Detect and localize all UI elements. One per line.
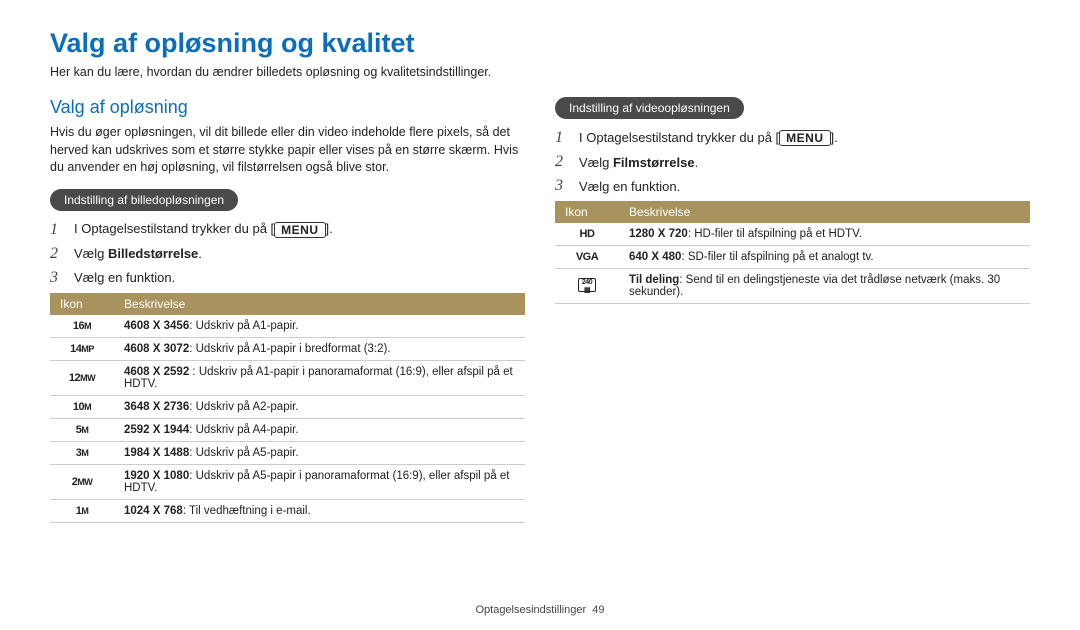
step-text: I Optagelsestilstand trykker du på [MENU… [579,130,838,147]
step-number: 1 [555,129,569,147]
left-column: Valg af opløsning Hvis du øger opløsning… [50,97,525,523]
right-step-2: 2 Vælg Filmstørrelse. [555,153,1030,171]
step-number: 1 [50,221,64,239]
table-row: 1M1024 X 768: Til vedhæftning i e-mail. [50,499,525,522]
left-section-body: Hvis du øger opløsningen, vil dit billed… [50,124,525,177]
step-text: Vælg Filmstørrelse. [579,155,698,170]
res-icon: 12MW [50,360,114,395]
step-bold: Filmstørrelse [613,155,695,170]
footer-page: 49 [592,604,604,616]
table-row: 16M4608 X 3456: Udskriv på A1-papir. [50,315,525,338]
res-desc: 640 X 480: SD-filer til afspilning på et… [619,246,1030,269]
res-icon: HD [555,223,619,246]
step-number: 3 [555,177,569,195]
page-footer: Optagelsesindstillinger 49 [0,604,1080,616]
res-desc: 1024 X 768: Til vedhæftning i e-mail. [114,499,525,522]
step-post: . [198,246,202,261]
res-desc: 2592 X 1944: Udskriv på A4-papir. [114,418,525,441]
res-desc: 3648 X 2736: Udskriv på A2-papir. [114,395,525,418]
res-desc: 4608 X 2592 : Udskriv på A1-papir i pano… [114,360,525,395]
left-step-2: 2 Vælg Billedstørrelse. [50,245,525,263]
res-icon: 10M [50,395,114,418]
share-icon: 240▦ [578,278,596,292]
photo-resolution-table: Ikon Beskrivelse 16M4608 X 3456: Udskriv… [50,293,525,523]
table-row: HD1280 X 720: HD-filer til afspilning på… [555,223,1030,246]
res-desc: 1984 X 1488: Udskriv på A5-papir. [114,441,525,464]
res-icon: 1M [50,499,114,522]
step-post: ]. [326,221,333,236]
step-post: ]. [831,130,838,145]
res-icon: 16M [50,315,114,338]
footer-section: Optagelsesindstillinger [475,604,586,616]
table-row: VGA640 X 480: SD-filer til afspilning på… [555,246,1030,269]
right-pill: Indstilling af videoopløsningen [555,97,744,119]
table-row: 3M1984 X 1488: Udskriv på A5-papir. [50,441,525,464]
page-title: Valg af opløsning og kvalitet [50,28,1030,59]
step-pre: I Optagelsestilstand trykker du på [ [579,130,779,145]
table-header-desc: Beskrivelse [619,201,1030,223]
step-pre: Vælg [74,246,108,261]
right-step-1: 1 I Optagelsestilstand trykker du på [ME… [555,129,1030,147]
right-step-3: 3 Vælg en funktion. [555,177,1030,195]
table-row: 2MW1920 X 1080: Udskriv på A5-papir i pa… [50,464,525,499]
left-step-1: 1 I Optagelsestilstand trykker du på [ME… [50,221,525,239]
content-columns: Valg af opløsning Hvis du øger opløsning… [50,97,1030,523]
res-desc: 4608 X 3456: Udskriv på A1-papir. [114,315,525,338]
step-text: Vælg Billedstørrelse. [74,246,202,261]
step-pre: I Optagelsestilstand trykker du på [ [74,221,274,236]
video-resolution-table: Ikon Beskrivelse HD1280 X 720: HD-filer … [555,201,1030,304]
table-row: 14MP4608 X 3072: Udskriv på A1-papir i b… [50,337,525,360]
step-pre: Vælg [579,155,613,170]
res-icon: 5M [50,418,114,441]
res-icon: 14MP [50,337,114,360]
res-icon: 3M [50,441,114,464]
step-number: 2 [555,153,569,171]
table-header-icon: Ikon [50,293,114,315]
table-row: 5M2592 X 1944: Udskriv på A4-papir. [50,418,525,441]
table-row: 240▦ Til deling: Send til en delingstjene… [555,269,1030,304]
left-section-title: Valg af opløsning [50,97,525,118]
page-intro: Her kan du lære, hvordan du ændrer bille… [50,65,1030,79]
table-row: 12MW4608 X 2592 : Udskriv på A1-papir i … [50,360,525,395]
step-bold: Billedstørrelse [108,246,198,261]
res-icon: 2MW [50,464,114,499]
step-text: I Optagelsestilstand trykker du på [MENU… [74,221,333,238]
res-desc: Til deling: Send til en delingstjeneste … [619,269,1030,304]
table-header-icon: Ikon [555,201,619,223]
left-pill: Indstilling af billedopløsningen [50,189,238,211]
res-icon: 240▦ [555,269,619,304]
left-step-3: 3 Vælg en funktion. [50,269,525,287]
res-desc: 4608 X 3072: Udskriv på A1-papir i bredf… [114,337,525,360]
res-icon: VGA [555,246,619,269]
table-row: 10M3648 X 2736: Udskriv på A2-papir. [50,395,525,418]
step-number: 2 [50,245,64,263]
res-desc: 1280 X 720: HD-filer til afspilning på e… [619,223,1030,246]
right-column: Indstilling af videoopløsningen 1 I Opta… [555,97,1030,523]
table-header-desc: Beskrivelse [114,293,525,315]
menu-button-icon: MENU [779,130,830,146]
step-number: 3 [50,269,64,287]
step-text: Vælg en funktion. [74,270,175,285]
step-text: Vælg en funktion. [579,179,680,194]
step-post: . [695,155,699,170]
res-desc: 1920 X 1080: Udskriv på A5-papir i panor… [114,464,525,499]
menu-button-icon: MENU [274,222,325,238]
